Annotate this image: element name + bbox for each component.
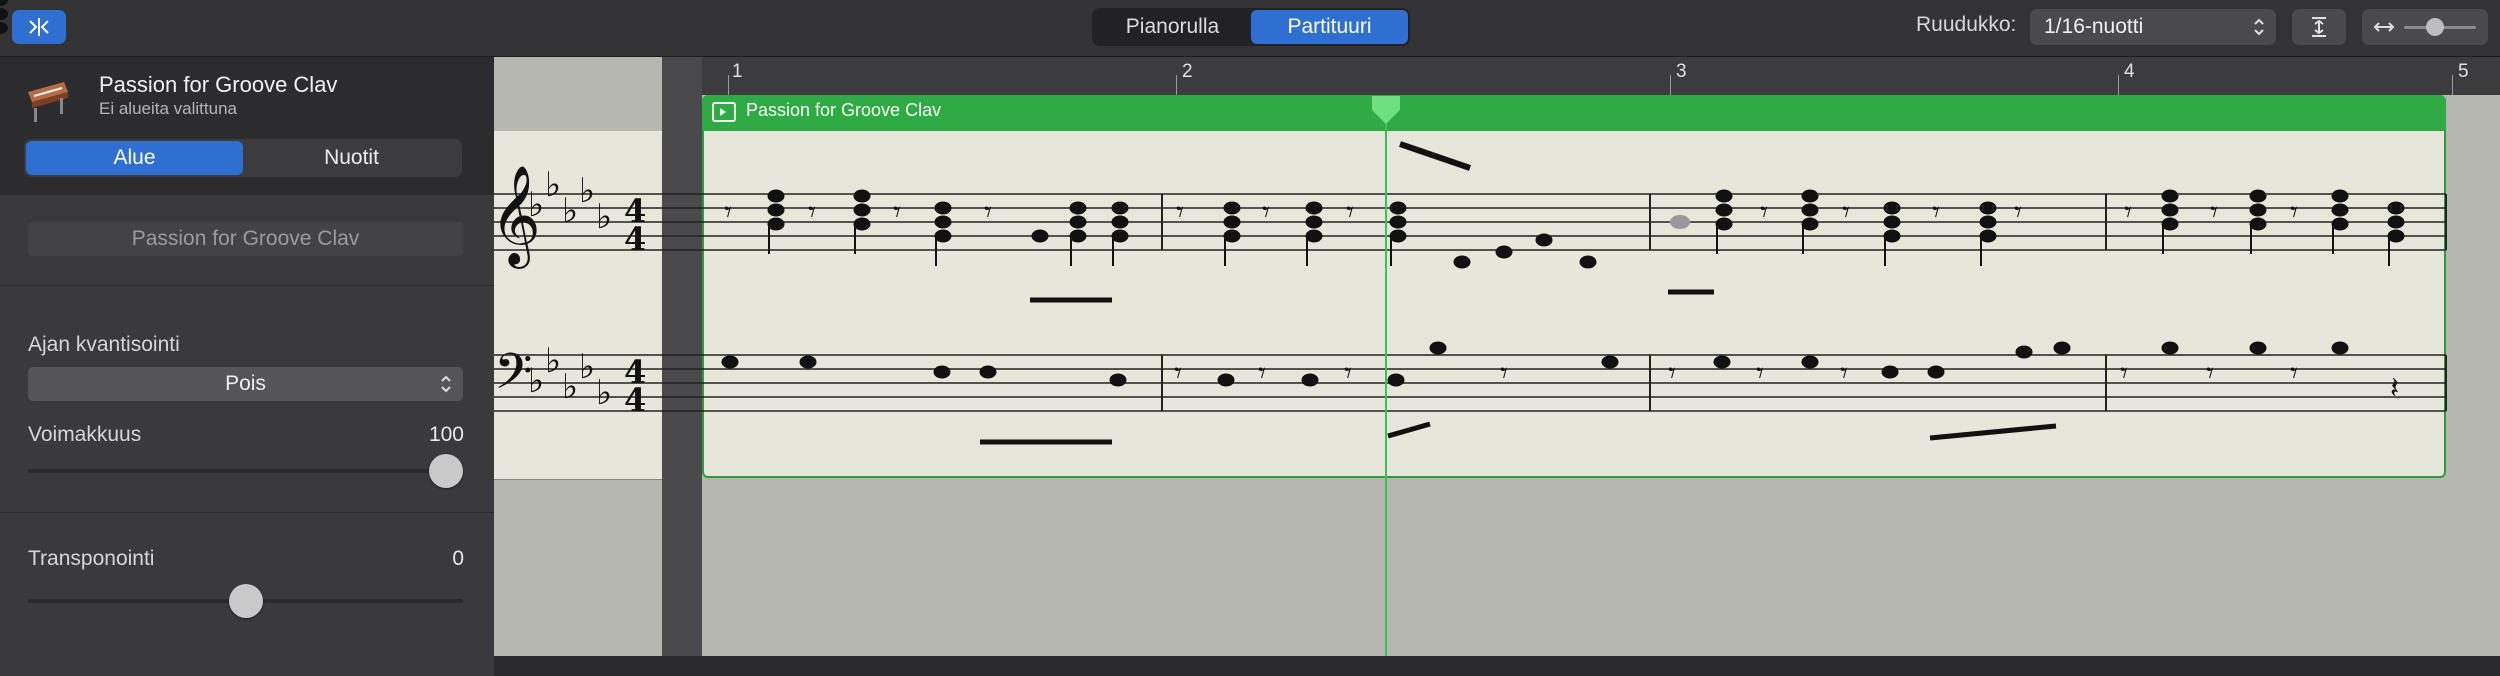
svg-text:𝄾: 𝄾 [1344, 356, 1352, 391]
svg-text:𝄾: 𝄾 [2290, 195, 2298, 230]
svg-text:𝄾: 𝄾 [1346, 195, 1354, 230]
svg-text:𝄾: 𝄾 [2124, 195, 2132, 230]
svg-text:𝄾: 𝄾 [1760, 195, 1768, 230]
time-signature: 44 44 [624, 192, 646, 419]
bass-staff [494, 354, 2446, 412]
svg-text:𝄾: 𝄾 [1262, 195, 1270, 230]
treble-notes [0, 0, 8, 34]
svg-text:𝄾: 𝄾 [893, 195, 901, 230]
horizontal-scroll-bar[interactable] [494, 656, 2500, 676]
svg-text:𝄾: 𝄾 [1932, 195, 1940, 230]
svg-text:♭: ♭ [545, 165, 561, 205]
svg-text:4: 4 [624, 381, 646, 419]
svg-text:♭: ♭ [579, 347, 595, 387]
treble-rests: 𝄾 𝄾 𝄾 𝄾 𝄾 𝄾 𝄾 𝄾 𝄾 𝄾 𝄾 𝄾 𝄾 𝄾 [724, 195, 2298, 230]
svg-text:𝄾: 𝄾 [1500, 356, 1508, 391]
svg-text:♭: ♭ [528, 185, 544, 225]
svg-text:𝄾: 𝄾 [1258, 356, 1266, 391]
treble-staff [494, 193, 2446, 251]
svg-text:♭: ♭ [596, 197, 612, 237]
svg-text:𝄾: 𝄾 [2210, 195, 2218, 230]
svg-text:𝄾: 𝄾 [1842, 195, 1850, 230]
key-signature-bass: ♭ ♭♭ ♭♭ [528, 341, 612, 413]
svg-text:𝄾: 𝄾 [724, 195, 732, 230]
svg-text:𝄽: 𝄽 [2390, 371, 2399, 406]
svg-text:𝄾: 𝄾 [2290, 356, 2298, 391]
svg-text:𝄾: 𝄾 [2206, 356, 2214, 391]
bass-clef: 𝄢 [494, 343, 533, 413]
svg-text:𝄾: 𝄾 [1174, 356, 1182, 391]
svg-text:♭: ♭ [528, 361, 544, 401]
svg-text:♭: ♭ [562, 191, 578, 231]
svg-text:𝄾: 𝄾 [1176, 195, 1184, 230]
bass-notes [721, 341, 2349, 445]
svg-text:𝄾: 𝄾 [808, 195, 816, 230]
svg-text:♭: ♭ [596, 373, 612, 413]
svg-text:𝄾: 𝄾 [2014, 195, 2022, 230]
svg-text:𝄾: 𝄾 [1668, 356, 1676, 391]
svg-text:𝄾: 𝄾 [1756, 356, 1764, 391]
svg-text:𝄾: 𝄾 [1840, 356, 1848, 391]
svg-text:♭: ♭ [562, 367, 578, 407]
svg-text:𝄾: 𝄾 [984, 195, 992, 230]
svg-text:𝄾: 𝄾 [2120, 356, 2128, 391]
svg-text:♭: ♭ [579, 171, 595, 211]
svg-text:4: 4 [624, 220, 646, 258]
svg-text:♭: ♭ [545, 341, 561, 381]
notation: 𝄞 𝄢 ♭♭♭♭♭ ♭♭♭♭♭ 44 44 𝄾𝄾𝄾𝄾 𝄾𝄾𝄾 𝄾𝄾� [0, 0, 2447, 656]
bass-rests: 𝄾 𝄾 𝄾 𝄾 𝄾 𝄾 𝄾 𝄾 𝄾 𝄾 𝄽 [1174, 356, 2399, 406]
